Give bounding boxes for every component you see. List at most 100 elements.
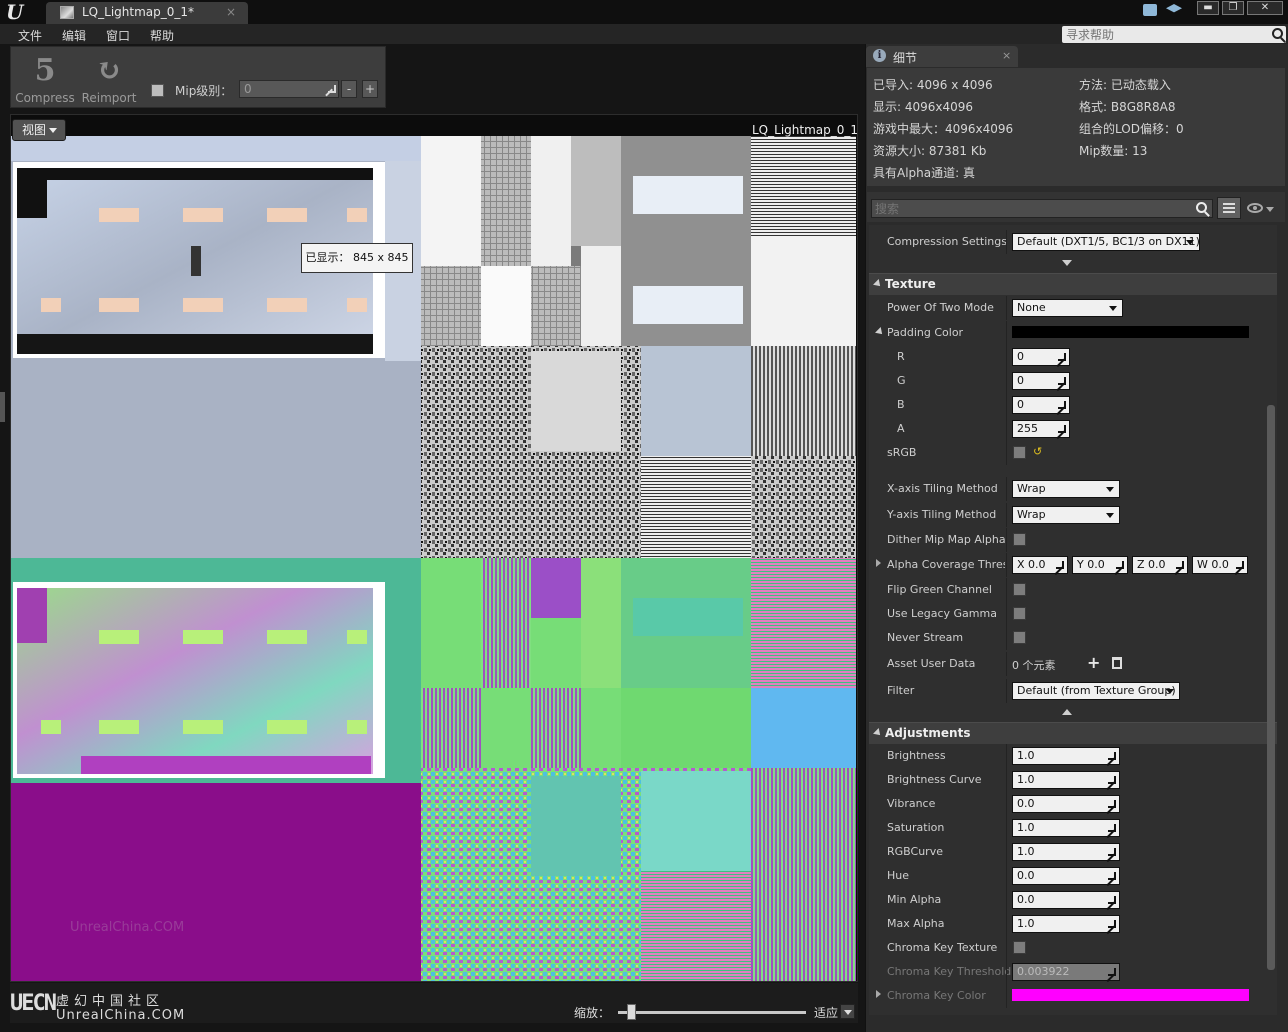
min-alpha-field[interactable]: 0.0	[1012, 891, 1120, 909]
view-menu-button[interactable]: 视图	[12, 119, 66, 141]
padding-g-field[interactable]: 0	[1012, 372, 1070, 390]
chroma-key-threshold-field[interactable]: 0.003922	[1012, 963, 1120, 981]
filter-dropdown[interactable]: Default (from Texture Group)	[1012, 682, 1180, 700]
toolbar: 5 Compress ↻ Reimport Mip级别： 0 - +	[10, 46, 386, 108]
tab-close-icon[interactable]: ×	[226, 5, 236, 19]
fit-mode-dropdown[interactable]	[840, 1004, 855, 1019]
dither-checkbox[interactable]	[1013, 533, 1026, 546]
menu-edit[interactable]: 编辑	[62, 27, 86, 44]
info-max-ingame: 游戏中最大：4096x4096	[873, 122, 1014, 136]
add-element-icon[interactable]: +	[1087, 653, 1100, 672]
unreal-logo-icon[interactable]: U	[6, 1, 32, 23]
menu-help[interactable]: 帮助	[150, 27, 174, 44]
details-scrollbar[interactable]	[1267, 405, 1275, 970]
alpha-coverage-z[interactable]: Z 0.0	[1132, 556, 1188, 574]
padding-b-field[interactable]: 0	[1012, 396, 1070, 414]
lightmap-texture-preview	[11, 136, 856, 981]
brightness-curve-field[interactable]: 1.0	[1012, 771, 1120, 789]
drag-arrow-icon	[1107, 871, 1116, 880]
texture-name-label: LQ_Lightmap_0_1	[752, 123, 859, 137]
padding-r-field[interactable]: 0	[1012, 348, 1070, 366]
search-icon[interactable]	[1196, 202, 1207, 213]
chevron-down-icon[interactable]	[1266, 207, 1274, 212]
rgb-curve-label: RGBCurve	[887, 845, 943, 858]
chevron-down-icon	[1106, 487, 1114, 492]
flip-green-checkbox[interactable]	[1013, 583, 1026, 596]
property-search-box[interactable]	[871, 199, 1213, 218]
adjust-row: Hue 0.0	[869, 864, 1277, 888]
details-tab[interactable]: i 细节 ×	[866, 46, 1018, 67]
help-search-input[interactable]	[1066, 27, 1266, 42]
tab-close-icon[interactable]: ×	[1002, 49, 1011, 62]
alpha-coverage-y[interactable]: Y 0.0	[1072, 556, 1128, 574]
expand-icon[interactable]	[876, 990, 881, 998]
padding-color-swatch[interactable]	[1012, 326, 1249, 338]
never-stream-checkbox[interactable]	[1013, 631, 1026, 644]
property-matrix-button[interactable]	[1217, 197, 1241, 219]
y-tiling-dropdown[interactable]: Wrap	[1012, 506, 1120, 524]
collapse-icon	[873, 279, 883, 289]
reset-to-default-icon[interactable]: ↺	[1033, 445, 1042, 458]
power-of-two-dropdown[interactable]: None	[1012, 299, 1123, 317]
help-search-box[interactable]	[1062, 26, 1286, 43]
collapse-advanced-icon[interactable]	[1061, 708, 1073, 716]
info-format: 格式: B8G8R8A8	[1079, 100, 1176, 114]
padding-g-label: G	[897, 374, 906, 387]
left-edge-handle[interactable]	[0, 392, 5, 422]
mip-level-checkbox[interactable]	[151, 84, 164, 97]
close-window-button[interactable]: ✕	[1247, 1, 1283, 15]
legacy-gamma-checkbox[interactable]	[1013, 607, 1026, 620]
rgb-curve-field[interactable]: 1.0	[1012, 843, 1120, 861]
mip-decrease-button[interactable]: -	[341, 80, 357, 98]
srgb-checkbox[interactable]	[1013, 446, 1026, 459]
adjustments-section-header[interactable]: Adjustments	[869, 722, 1277, 744]
reimport-button[interactable]: ↻ Reimport	[75, 49, 143, 107]
document-tab[interactable]: LQ_Lightmap_0_1* ×	[46, 2, 248, 24]
padding-a-field[interactable]: 255	[1012, 420, 1070, 438]
chroma-key-threshold-value: 0.003922	[1017, 965, 1070, 978]
restore-button[interactable]: ❐	[1222, 1, 1244, 15]
saturation-field[interactable]: 1.0	[1012, 819, 1120, 837]
expand-advanced-icon[interactable]	[1061, 259, 1073, 267]
adjust-row: Brightness Curve 1.0	[869, 768, 1277, 792]
menu-file[interactable]: 文件	[18, 27, 42, 44]
alpha-coverage-x[interactable]: X 0.0	[1012, 556, 1068, 574]
property-search-input[interactable]	[875, 201, 1185, 217]
compress-button[interactable]: 5 Compress	[11, 49, 79, 107]
alpha-coverage-w[interactable]: W 0.0	[1192, 556, 1248, 574]
brightness-value: 1.0	[1017, 749, 1035, 762]
chroma-key-texture-checkbox[interactable]	[1013, 941, 1026, 954]
chroma-key-color-swatch[interactable]	[1012, 989, 1249, 1001]
zoom-slider-thumb[interactable]	[627, 1004, 636, 1020]
chat-icon[interactable]	[1143, 4, 1157, 16]
texture-info-box: 已导入: 4096 x 4096 方法: 已动态载入 显示: 4096x4096…	[867, 68, 1285, 186]
collapse-icon[interactable]	[875, 327, 885, 337]
info-mip-count: Mip数量: 13	[1079, 144, 1148, 158]
hue-field[interactable]: 0.0	[1012, 867, 1120, 885]
trash-icon[interactable]	[1112, 657, 1122, 669]
hue-value: 0.0	[1017, 869, 1035, 882]
rgb-curve-value: 1.0	[1017, 845, 1035, 858]
brightness-field[interactable]: 1.0	[1012, 747, 1120, 765]
compress-icon: 5	[34, 53, 56, 88]
expand-icon[interactable]	[876, 559, 881, 567]
max-alpha-field[interactable]: 1.0	[1012, 915, 1120, 933]
alpha-coverage-x-value: X 0.0	[1017, 558, 1046, 571]
drag-arrow-icon	[1057, 400, 1066, 409]
zoom-slider[interactable]	[618, 1011, 806, 1014]
compression-settings-dropdown[interactable]: Default (DXT1/5, BC1/3 on DX11)	[1012, 233, 1200, 251]
vibrance-field[interactable]: 0.0	[1012, 795, 1120, 813]
drag-arrow-icon	[1057, 376, 1066, 385]
eye-icon[interactable]	[1247, 203, 1263, 213]
minimize-button[interactable]: ▬	[1197, 1, 1219, 15]
mip-level-field[interactable]: 0	[239, 80, 339, 98]
x-tiling-dropdown[interactable]: Wrap	[1012, 480, 1120, 498]
adjust-row: RGBCurve 1.0	[869, 840, 1277, 864]
search-icon[interactable]	[1272, 28, 1283, 39]
info-imported: 已导入: 4096 x 4096	[873, 78, 993, 92]
menu-window[interactable]: 窗口	[106, 27, 130, 44]
mip-increase-button[interactable]: +	[362, 80, 378, 98]
power-of-two-label: Power Of Two Mode	[887, 301, 994, 314]
filter-row: Filter Default (from Texture Group)	[869, 679, 1277, 703]
texture-section-header[interactable]: Texture	[869, 273, 1277, 295]
